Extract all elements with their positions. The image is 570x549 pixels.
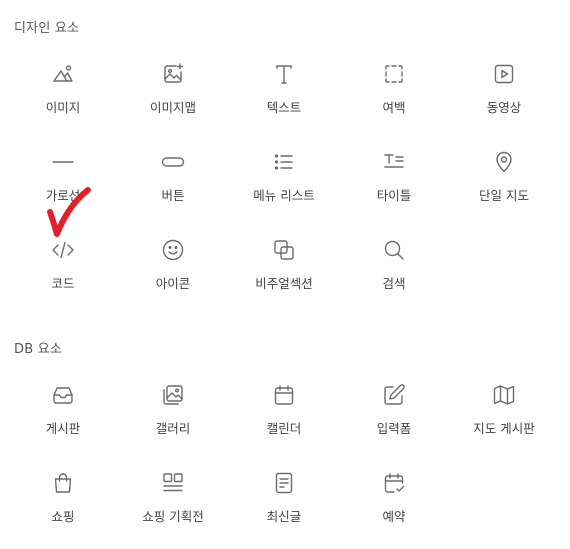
code-icon — [51, 238, 75, 262]
title-icon — [382, 150, 406, 174]
inbox-icon — [51, 383, 75, 407]
element-label: 검색 — [382, 276, 406, 291]
element-gallery[interactable]: 갤러리 — [118, 373, 228, 461]
element-label: 입력폼 — [376, 421, 412, 436]
element-label: 이미지 — [45, 100, 81, 115]
element-label: 쇼핑 — [51, 509, 75, 524]
db-row-1: 게시판 갤러리 캘린더 입력폼 지도 게시판 — [0, 373, 570, 461]
element-visual-section[interactable]: 비주얼섹션 — [229, 228, 339, 316]
element-label: 비주얼섹션 — [255, 276, 313, 291]
db-row-2: 쇼핑 쇼핑 기획전 최신글 예약 — [0, 461, 570, 549]
element-label: 메뉴 리스트 — [253, 188, 315, 203]
element-label: 동영상 — [486, 100, 522, 115]
element-video[interactable]: 동영상 — [449, 52, 559, 140]
element-label: 가로선 — [45, 188, 81, 203]
search-icon — [382, 238, 406, 262]
element-latest-posts[interactable]: 최신글 — [229, 461, 339, 549]
element-shopping-exhibition[interactable]: 쇼핑 기획전 — [118, 461, 228, 549]
shopping-layout-icon — [161, 471, 185, 495]
db-elements-grid: 게시판 갤러리 캘린더 입력폼 지도 게시판 쇼핑 쇼핑 기획전 최신글 예약 — [0, 373, 570, 549]
element-label: 타이틀 — [376, 188, 412, 203]
spacing-icon — [382, 62, 406, 86]
element-label: 캘린더 — [266, 421, 302, 436]
design-row-1: 이미지 이미지맵 텍스트 여백 동영상 — [0, 52, 570, 140]
map-icon — [492, 383, 516, 407]
element-label: 게시판 — [45, 421, 81, 436]
element-label: 예약 — [382, 509, 406, 524]
element-label: 아이콘 — [155, 276, 191, 291]
element-search[interactable]: 검색 — [339, 228, 449, 316]
element-horizontal-line[interactable]: 가로선 — [8, 140, 118, 228]
smiley-icon — [161, 238, 185, 262]
element-label: 여백 — [382, 100, 406, 115]
element-label: 버튼 — [161, 188, 185, 203]
edit-form-icon — [382, 383, 406, 407]
element-code[interactable]: 코드 — [8, 228, 118, 316]
design-row-2: 가로선 버튼 메뉴 리스트 타이틀 단일 지도 — [0, 140, 570, 228]
element-reservation[interactable]: 예약 — [339, 461, 449, 549]
element-spacing[interactable]: 여백 — [339, 52, 449, 140]
element-board[interactable]: 게시판 — [8, 373, 118, 461]
shopping-bag-icon — [51, 471, 75, 495]
document-icon — [272, 471, 296, 495]
element-shopping[interactable]: 쇼핑 — [8, 461, 118, 549]
section-title-db: DB 요소 — [14, 342, 62, 357]
menu-list-icon — [272, 150, 296, 174]
element-text[interactable]: 텍스트 — [229, 52, 339, 140]
gallery-icon — [161, 383, 185, 407]
calendar-check-icon — [382, 471, 406, 495]
text-icon — [272, 62, 296, 86]
element-imagemap[interactable]: 이미지맵 — [118, 52, 228, 140]
section-title-design: 디자인 요소 — [14, 21, 80, 36]
button-icon — [161, 150, 185, 174]
map-pin-icon — [492, 150, 516, 174]
element-menu-list[interactable]: 메뉴 리스트 — [229, 140, 339, 228]
image-icon — [51, 62, 75, 86]
element-label: 최신글 — [266, 509, 302, 524]
image-add-icon — [161, 62, 185, 86]
element-label: 지도 게시판 — [473, 421, 535, 436]
element-map-board[interactable]: 지도 게시판 — [449, 373, 559, 461]
element-calendar[interactable]: 캘린더 — [229, 373, 339, 461]
element-label: 갤러리 — [155, 421, 191, 436]
calendar-icon — [272, 383, 296, 407]
element-image[interactable]: 이미지 — [8, 52, 118, 140]
element-button[interactable]: 버튼 — [118, 140, 228, 228]
element-input-form[interactable]: 입력폼 — [339, 373, 449, 461]
design-elements-grid: 이미지 이미지맵 텍스트 여백 동영상 가로선 버튼 메뉴 리스트 타이틀 단일… — [0, 52, 570, 316]
element-label: 단일 지도 — [479, 188, 529, 203]
video-icon — [492, 62, 516, 86]
element-icon[interactable]: 아이콘 — [118, 228, 228, 316]
element-single-map[interactable]: 단일 지도 — [449, 140, 559, 228]
element-label: 코드 — [51, 276, 75, 291]
element-label: 텍스트 — [266, 100, 302, 115]
horizontal-line-icon — [51, 150, 75, 174]
element-title[interactable]: 타이틀 — [339, 140, 449, 228]
design-row-3: 코드 아이콘 비주얼섹션 검색 — [0, 228, 570, 316]
element-label: 쇼핑 기획전 — [142, 509, 204, 524]
element-label: 이미지맵 — [149, 100, 196, 115]
visual-section-icon — [272, 238, 296, 262]
